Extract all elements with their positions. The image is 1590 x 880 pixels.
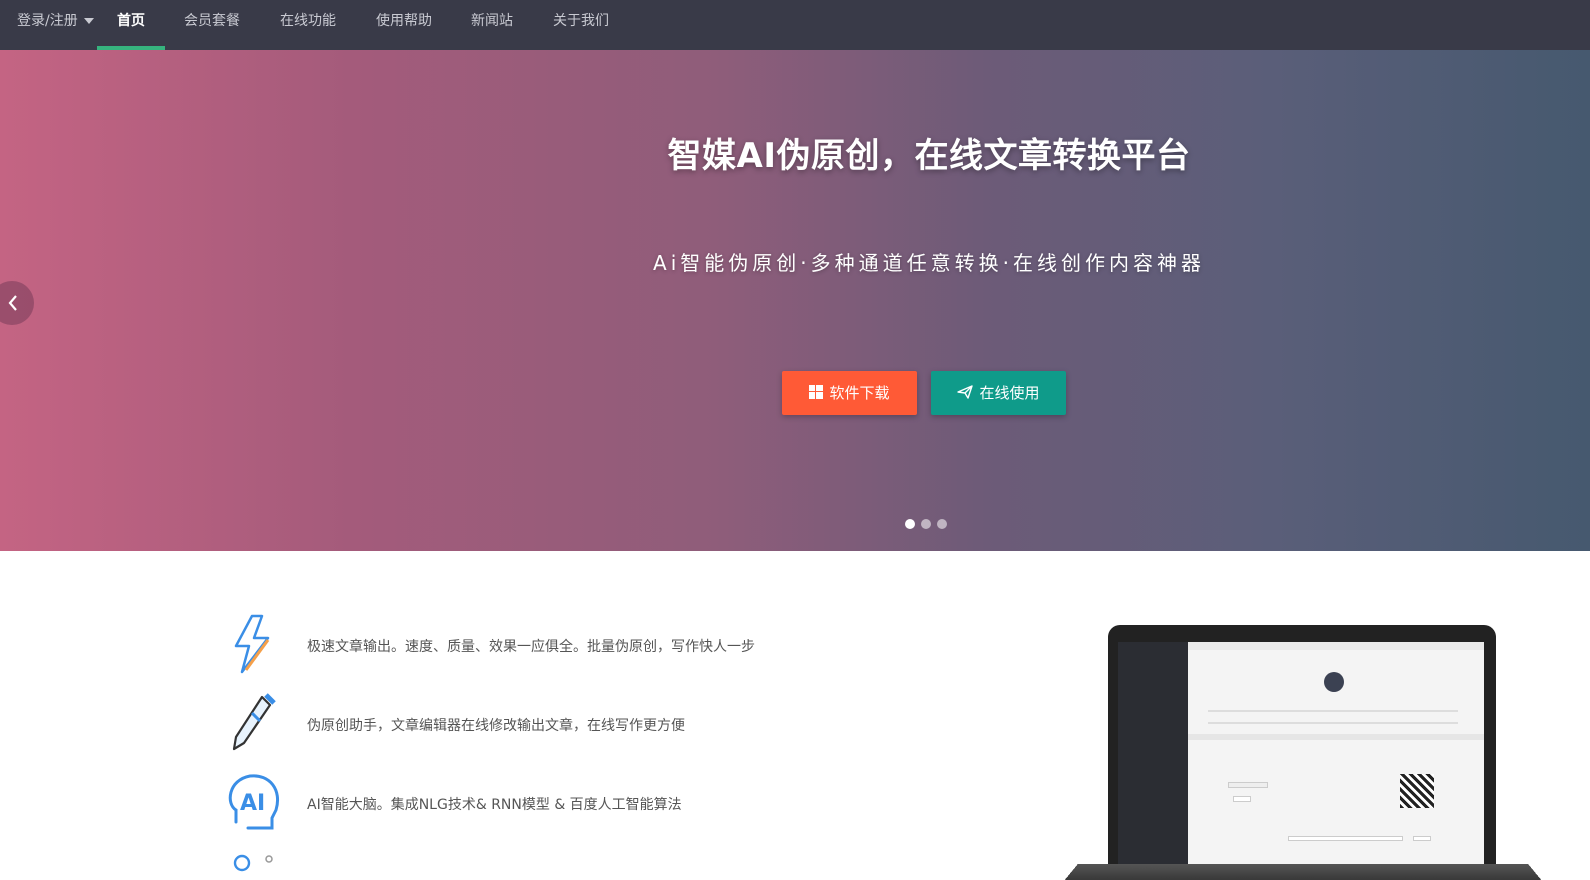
nav-item-membership[interactable]: 会员套餐 bbox=[184, 0, 240, 50]
feature-text: 伪原创助手，文章编辑器在线修改输出文章，在线写作更方便 bbox=[307, 718, 685, 734]
hero-carousel: 智媒AI伪原创，在线文章转换平台 Ai智能伪原创·多种通道任意转换·在线创作内容… bbox=[0, 50, 1590, 551]
laptop-screenshot bbox=[1057, 625, 1549, 880]
pen-icon bbox=[222, 691, 284, 757]
carousel-dots bbox=[905, 514, 953, 533]
nav-item-about[interactable]: 关于我们 bbox=[553, 0, 609, 50]
carousel-dot-3[interactable] bbox=[937, 519, 947, 529]
software-download-button[interactable]: 软件下载 bbox=[782, 371, 917, 415]
top-nav: 登录/注册 首页 会员套餐 在线功能 使用帮助 新闻站 关于我们 bbox=[0, 0, 1590, 50]
carousel-dot-2[interactable] bbox=[921, 519, 931, 529]
laptop-keyboard bbox=[1057, 864, 1549, 880]
login-register-dropdown[interactable]: 登录/注册 bbox=[17, 0, 94, 50]
carousel-prev-button[interactable] bbox=[0, 281, 34, 325]
software-download-label: 软件下载 bbox=[829, 384, 890, 402]
feature-text: 极速文章输出。速度、质量、效果一应俱全。批量伪原创，写作快人一步 bbox=[307, 639, 755, 655]
nav-item-news[interactable]: 新闻站 bbox=[471, 0, 513, 50]
hero-title: 智媒AI伪原创，在线文章转换平台 bbox=[667, 136, 1191, 176]
lightning-icon bbox=[222, 612, 284, 678]
online-use-label: 在线使用 bbox=[979, 384, 1040, 402]
svg-text:AI: AI bbox=[240, 791, 265, 816]
carousel-dot-1[interactable] bbox=[905, 519, 915, 529]
laptop-app-sidebar bbox=[1118, 642, 1188, 866]
paper-plane-icon bbox=[957, 372, 974, 416]
online-use-button[interactable]: 在线使用 bbox=[931, 371, 1066, 415]
feature-text: AI智能大脑。集成NLG技术& RNN模型 & 百度人工智能算法 bbox=[307, 797, 682, 813]
nav-item-help[interactable]: 使用帮助 bbox=[376, 0, 432, 50]
nav-item-online-features[interactable]: 在线功能 bbox=[280, 0, 336, 50]
partial-feature-icon bbox=[222, 849, 284, 880]
windows-icon bbox=[809, 372, 824, 416]
chevron-left-icon bbox=[8, 295, 17, 311]
hero-subtitle: Ai智能伪原创·多种通道任意转换·在线创作内容神器 bbox=[653, 251, 1205, 275]
nav-item-home[interactable]: 首页 bbox=[117, 0, 145, 50]
ai-brain-icon: AI bbox=[222, 770, 284, 836]
caret-down-icon bbox=[83, 18, 94, 24]
laptop-app-screen bbox=[1188, 642, 1484, 866]
login-register-label: 登录/注册 bbox=[17, 13, 78, 29]
